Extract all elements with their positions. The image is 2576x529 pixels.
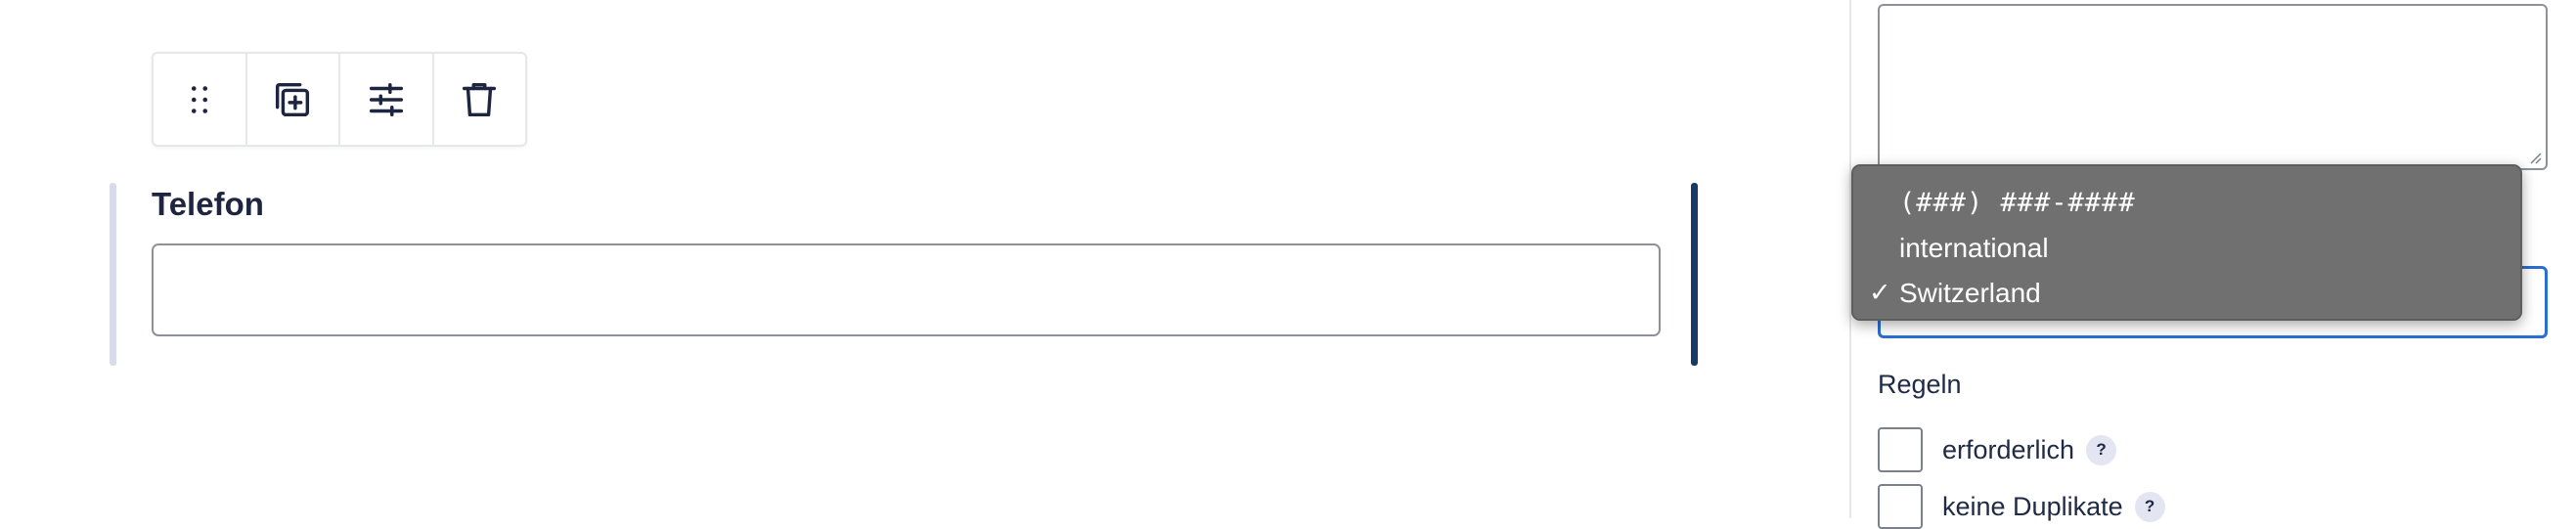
help-icon[interactable]: ? [2086,434,2117,465]
resize-handle-icon[interactable] [2526,149,2542,164]
trash-icon [463,82,497,116]
panel-textarea[interactable] [1878,4,2548,170]
duplicate-icon [276,82,310,116]
rule-required: erforderlich ? [1878,427,2117,472]
rule-label: erforderlich [1942,434,2075,464]
format-dropdown: (###) ###-#### international ✓ Switzerla… [1851,164,2522,321]
rule-no-duplicates: keine Duplikate ? [1878,484,2165,529]
phone-input[interactable] [152,243,1661,336]
help-icon[interactable]: ? [2134,491,2165,522]
no-duplicates-checkbox[interactable] [1878,484,1923,529]
duplicate-button[interactable] [247,54,340,145]
drag-handle-button[interactable] [154,54,247,145]
rule-label: keine Duplikate [1942,491,2123,521]
required-checkbox[interactable] [1878,427,1923,472]
settings-sliders-icon [369,82,403,116]
drag-handle-icon [191,85,207,113]
format-option-us[interactable]: (###) ###-#### [1853,181,2520,226]
format-option-international[interactable]: international [1853,226,2520,271]
field-label: Telefon [152,186,264,222]
rules-title: Regeln [1878,370,1962,399]
field-left-indicator [110,183,116,366]
format-option-label: Switzerland [1899,278,2041,308]
settings-button[interactable] [340,54,434,145]
field-selected-indicator [1691,183,1698,366]
field-toolbar [152,52,527,147]
format-option-switzerland[interactable]: ✓ Switzerland [1853,271,2520,316]
delete-button[interactable] [434,54,526,145]
check-icon: ✓ [1869,278,1891,308]
